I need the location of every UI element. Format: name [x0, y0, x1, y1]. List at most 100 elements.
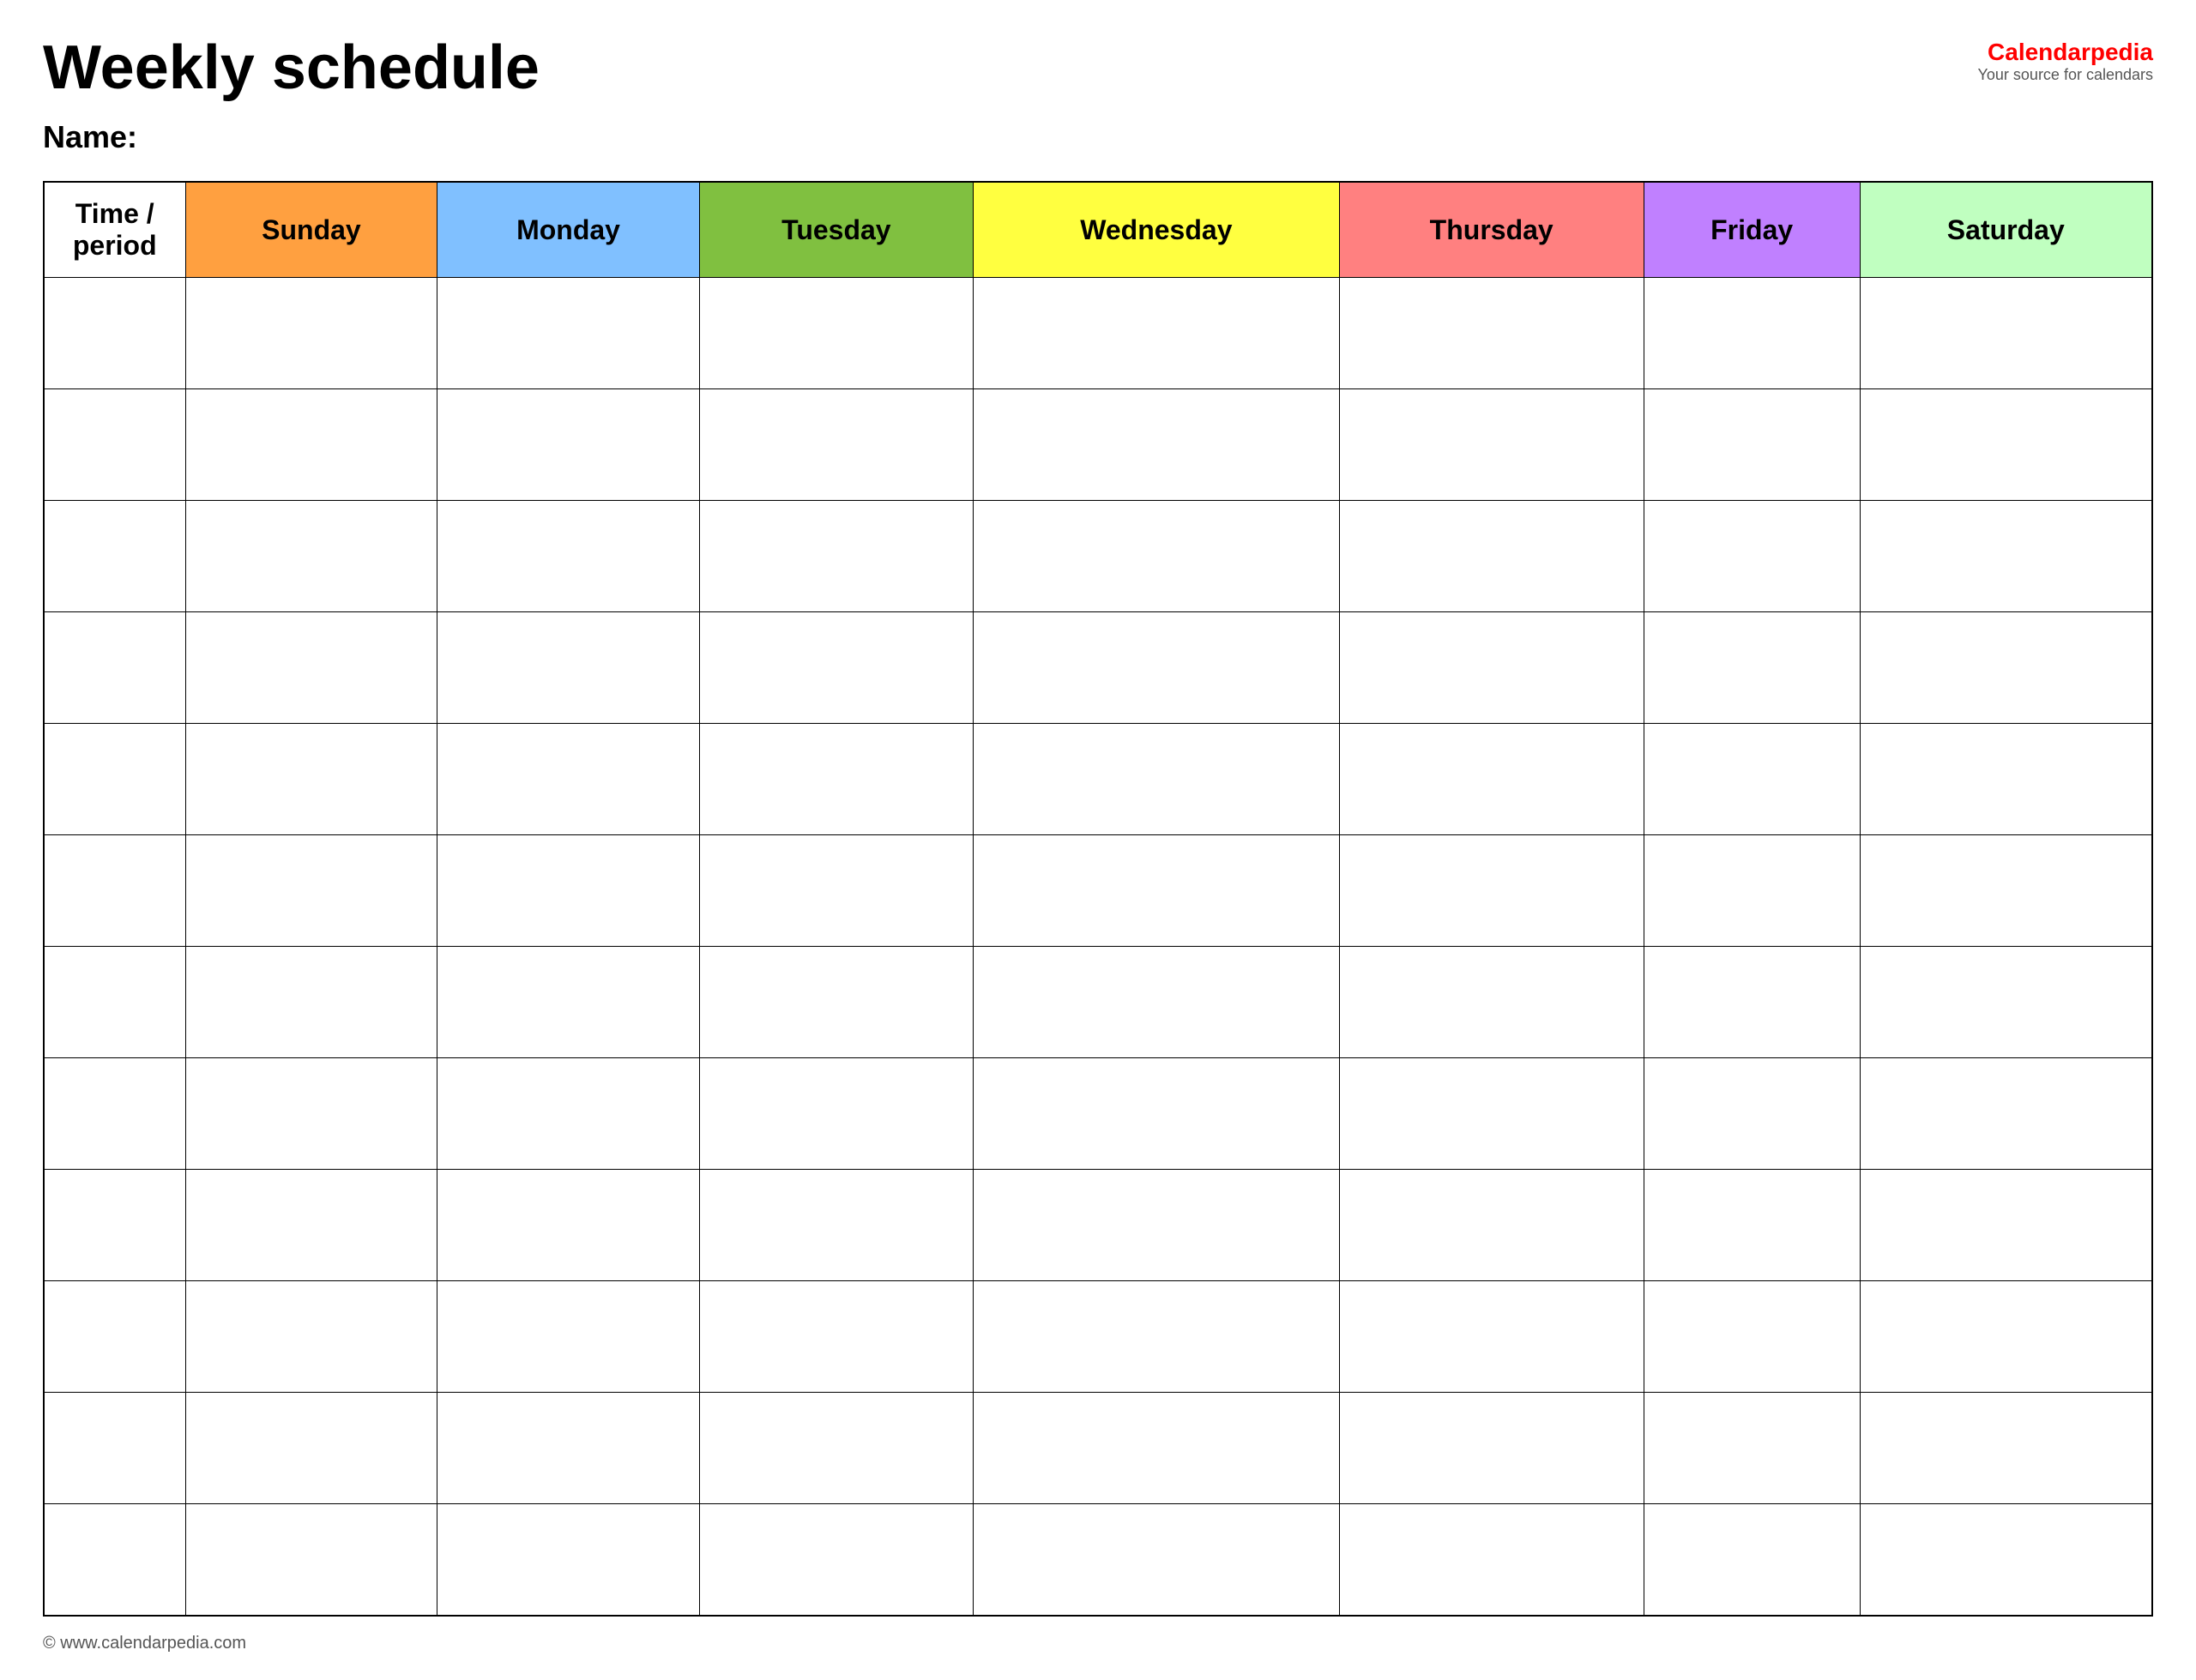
table-row	[44, 724, 2152, 835]
day-cell[interactable]	[185, 724, 437, 835]
time-cell[interactable]	[44, 724, 185, 835]
day-cell[interactable]	[185, 947, 437, 1058]
day-cell[interactable]	[185, 612, 437, 724]
day-cell[interactable]	[1860, 1281, 2152, 1393]
day-cell[interactable]	[1644, 278, 1860, 389]
day-cell[interactable]	[437, 389, 699, 501]
day-cell[interactable]	[1644, 1170, 1860, 1281]
day-cell[interactable]	[1644, 612, 1860, 724]
day-cell[interactable]	[1860, 1058, 2152, 1170]
day-cell[interactable]	[974, 1393, 1340, 1504]
day-cell[interactable]	[699, 501, 973, 612]
day-cell[interactable]	[1644, 1281, 1860, 1393]
day-cell[interactable]	[699, 612, 973, 724]
day-cell[interactable]	[1860, 835, 2152, 947]
day-cell[interactable]	[1339, 1281, 1644, 1393]
day-cell[interactable]	[437, 278, 699, 389]
day-cell[interactable]	[437, 612, 699, 724]
day-cell[interactable]	[1339, 501, 1644, 612]
day-cell[interactable]	[185, 835, 437, 947]
day-cell[interactable]	[1339, 1504, 1644, 1616]
day-cell[interactable]	[1644, 501, 1860, 612]
day-cell[interactable]	[699, 1281, 973, 1393]
day-cell[interactable]	[1644, 835, 1860, 947]
day-cell[interactable]	[437, 1504, 699, 1616]
day-cell[interactable]	[974, 1170, 1340, 1281]
day-cell[interactable]	[1644, 1504, 1860, 1616]
time-cell[interactable]	[44, 1393, 185, 1504]
day-cell[interactable]	[437, 1281, 699, 1393]
day-cell[interactable]	[185, 1058, 437, 1170]
day-cell[interactable]	[699, 1170, 973, 1281]
day-cell[interactable]	[1339, 835, 1644, 947]
time-cell[interactable]	[44, 1281, 185, 1393]
day-cell[interactable]	[1860, 612, 2152, 724]
day-cell[interactable]	[185, 501, 437, 612]
day-cell[interactable]	[699, 278, 973, 389]
day-cell[interactable]	[699, 1504, 973, 1616]
day-cell[interactable]	[185, 1170, 437, 1281]
day-cell[interactable]	[437, 1393, 699, 1504]
day-cell[interactable]	[974, 278, 1340, 389]
day-cell[interactable]	[974, 612, 1340, 724]
day-cell[interactable]	[185, 389, 437, 501]
day-cell[interactable]	[1860, 947, 2152, 1058]
day-cell[interactable]	[1860, 1170, 2152, 1281]
day-cell[interactable]	[1339, 389, 1644, 501]
time-cell[interactable]	[44, 389, 185, 501]
day-cell[interactable]	[185, 1504, 437, 1616]
time-cell[interactable]	[44, 835, 185, 947]
day-cell[interactable]	[437, 835, 699, 947]
time-cell[interactable]	[44, 278, 185, 389]
day-cell[interactable]	[1860, 1393, 2152, 1504]
day-cell[interactable]	[974, 724, 1340, 835]
day-cell[interactable]	[185, 1393, 437, 1504]
day-cell[interactable]	[1339, 612, 1644, 724]
day-cell[interactable]	[437, 501, 699, 612]
day-cell[interactable]	[437, 947, 699, 1058]
time-cell[interactable]	[44, 612, 185, 724]
day-cell[interactable]	[1339, 947, 1644, 1058]
page-header: Weekly schedule Calendarpedia Your sourc…	[43, 34, 2153, 102]
day-cell[interactable]	[1860, 724, 2152, 835]
day-cell[interactable]	[974, 389, 1340, 501]
time-cell[interactable]	[44, 1058, 185, 1170]
day-cell[interactable]	[1339, 1170, 1644, 1281]
day-cell[interactable]	[1860, 1504, 2152, 1616]
day-cell[interactable]	[1644, 1393, 1860, 1504]
day-cell[interactable]	[1644, 947, 1860, 1058]
day-cell[interactable]	[974, 501, 1340, 612]
day-cell[interactable]	[699, 389, 973, 501]
page-title: Weekly schedule	[43, 34, 540, 102]
day-cell[interactable]	[974, 1281, 1340, 1393]
day-cell[interactable]	[1860, 278, 2152, 389]
day-cell[interactable]	[1339, 1058, 1644, 1170]
day-cell[interactable]	[437, 724, 699, 835]
day-cell[interactable]	[974, 835, 1340, 947]
day-cell[interactable]	[699, 724, 973, 835]
day-cell[interactable]	[437, 1170, 699, 1281]
day-cell[interactable]	[699, 947, 973, 1058]
time-cell[interactable]	[44, 1170, 185, 1281]
day-cell[interactable]	[974, 1058, 1340, 1170]
day-cell[interactable]	[437, 1058, 699, 1170]
day-cell[interactable]	[1860, 501, 2152, 612]
day-cell[interactable]	[1339, 724, 1644, 835]
day-cell[interactable]	[1860, 389, 2152, 501]
time-cell[interactable]	[44, 501, 185, 612]
day-cell[interactable]	[1644, 724, 1860, 835]
day-cell[interactable]	[1644, 389, 1860, 501]
day-cell[interactable]	[185, 278, 437, 389]
day-cell[interactable]	[699, 1393, 973, 1504]
day-cell[interactable]	[1644, 1058, 1860, 1170]
day-cell[interactable]	[974, 947, 1340, 1058]
day-cell[interactable]	[1339, 1393, 1644, 1504]
day-cell[interactable]	[699, 835, 973, 947]
time-cell[interactable]	[44, 947, 185, 1058]
day-cell[interactable]	[974, 1504, 1340, 1616]
table-row	[44, 501, 2152, 612]
time-cell[interactable]	[44, 1504, 185, 1616]
day-cell[interactable]	[1339, 278, 1644, 389]
day-cell[interactable]	[699, 1058, 973, 1170]
day-cell[interactable]	[185, 1281, 437, 1393]
